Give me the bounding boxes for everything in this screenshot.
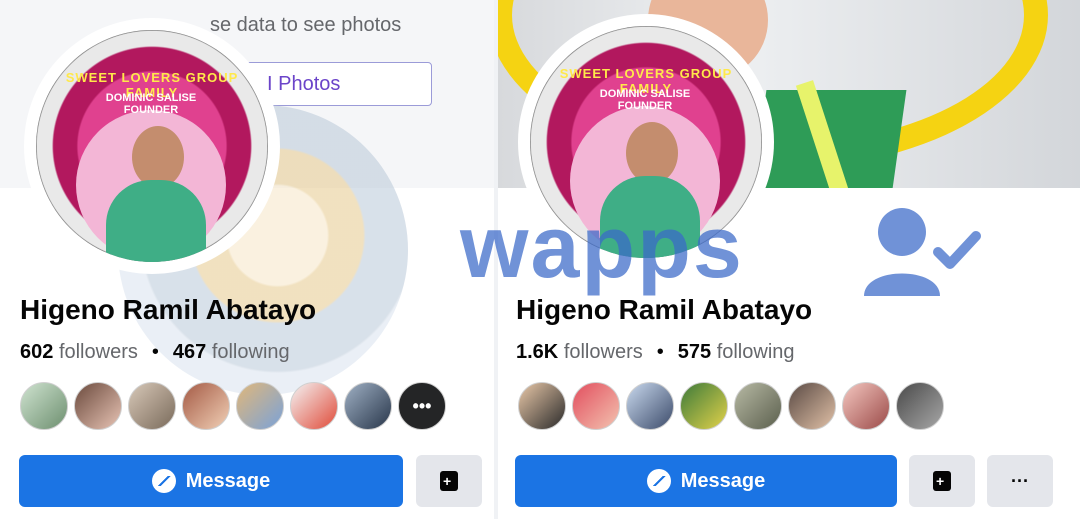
message-button[interactable]: Message — [19, 455, 403, 507]
more-button[interactable]: ··· — [987, 455, 1053, 507]
followers-count[interactable]: 1.6K — [516, 341, 558, 363]
profile-name: Higeno Ramil Abatayo — [516, 294, 813, 325]
friends-row — [518, 382, 944, 430]
friend-avatar[interactable] — [290, 382, 338, 430]
save-button[interactable] — [909, 455, 975, 507]
person-check-icon — [864, 208, 981, 296]
followers-label[interactable]: followers — [564, 341, 643, 363]
avatar-text-founder: DOMINIC SALISE FOUNDER — [105, 92, 197, 116]
message-button[interactable]: Message — [515, 455, 897, 507]
friends-row: ••• — [20, 382, 446, 430]
stats-separator: • — [656, 341, 664, 363]
friend-avatar[interactable] — [626, 382, 674, 430]
message-button-label: Message — [680, 469, 766, 492]
follow-stats: 602 followers • 467 following — [20, 341, 290, 364]
stats-separator: • — [151, 341, 159, 363]
friend-avatar[interactable] — [236, 382, 284, 430]
following-label[interactable]: following — [717, 341, 795, 363]
friend-avatar[interactable] — [518, 382, 566, 430]
friend-avatar[interactable] — [572, 382, 620, 430]
friend-avatar[interactable] — [128, 382, 176, 430]
save-icon — [440, 471, 458, 491]
messenger-icon — [646, 469, 671, 493]
profile-avatar[interactable]: SWEET LOVERS GROUP FAMILY DOMINIC SALISE… — [24, 18, 280, 274]
friend-avatar[interactable] — [734, 382, 782, 430]
following-label[interactable]: following — [212, 341, 290, 363]
avatar-text-founder: DOMINIC SALISE FOUNDER — [599, 88, 691, 112]
friend-avatar[interactable] — [788, 382, 836, 430]
friend-avatar[interactable] — [20, 382, 68, 430]
cover-hint-text: se data to see photos — [210, 14, 402, 36]
friend-avatar[interactable] — [74, 382, 122, 430]
more-friends-button[interactable]: ••• — [398, 382, 446, 430]
avatar-image: SWEET LOVERS GROUP FAMILY DOMINIC SALISE… — [36, 30, 268, 262]
left-profile-panel: se data to see photos I Photos SWEET LOV… — [0, 0, 494, 519]
save-button[interactable] — [416, 455, 482, 507]
friend-avatar[interactable] — [344, 382, 392, 430]
following-count[interactable]: 575 — [678, 341, 711, 363]
following-count[interactable]: 467 — [173, 341, 206, 363]
follow-stats: 1.6K followers • 575 following — [516, 341, 795, 364]
message-button-label: Message — [185, 469, 271, 492]
more-icon: ··· — [1011, 470, 1029, 491]
profile-name: Higeno Ramil Abatayo — [20, 294, 317, 325]
save-icon — [933, 471, 951, 491]
followers-label[interactable]: followers — [59, 341, 138, 363]
messenger-icon — [151, 469, 176, 493]
friend-avatar[interactable] — [680, 382, 728, 430]
friend-avatar[interactable] — [842, 382, 890, 430]
followers-count[interactable]: 602 — [20, 341, 53, 363]
friend-avatar[interactable] — [182, 382, 230, 430]
watermark-text: wapps — [460, 197, 744, 296]
friend-avatar[interactable] — [896, 382, 944, 430]
